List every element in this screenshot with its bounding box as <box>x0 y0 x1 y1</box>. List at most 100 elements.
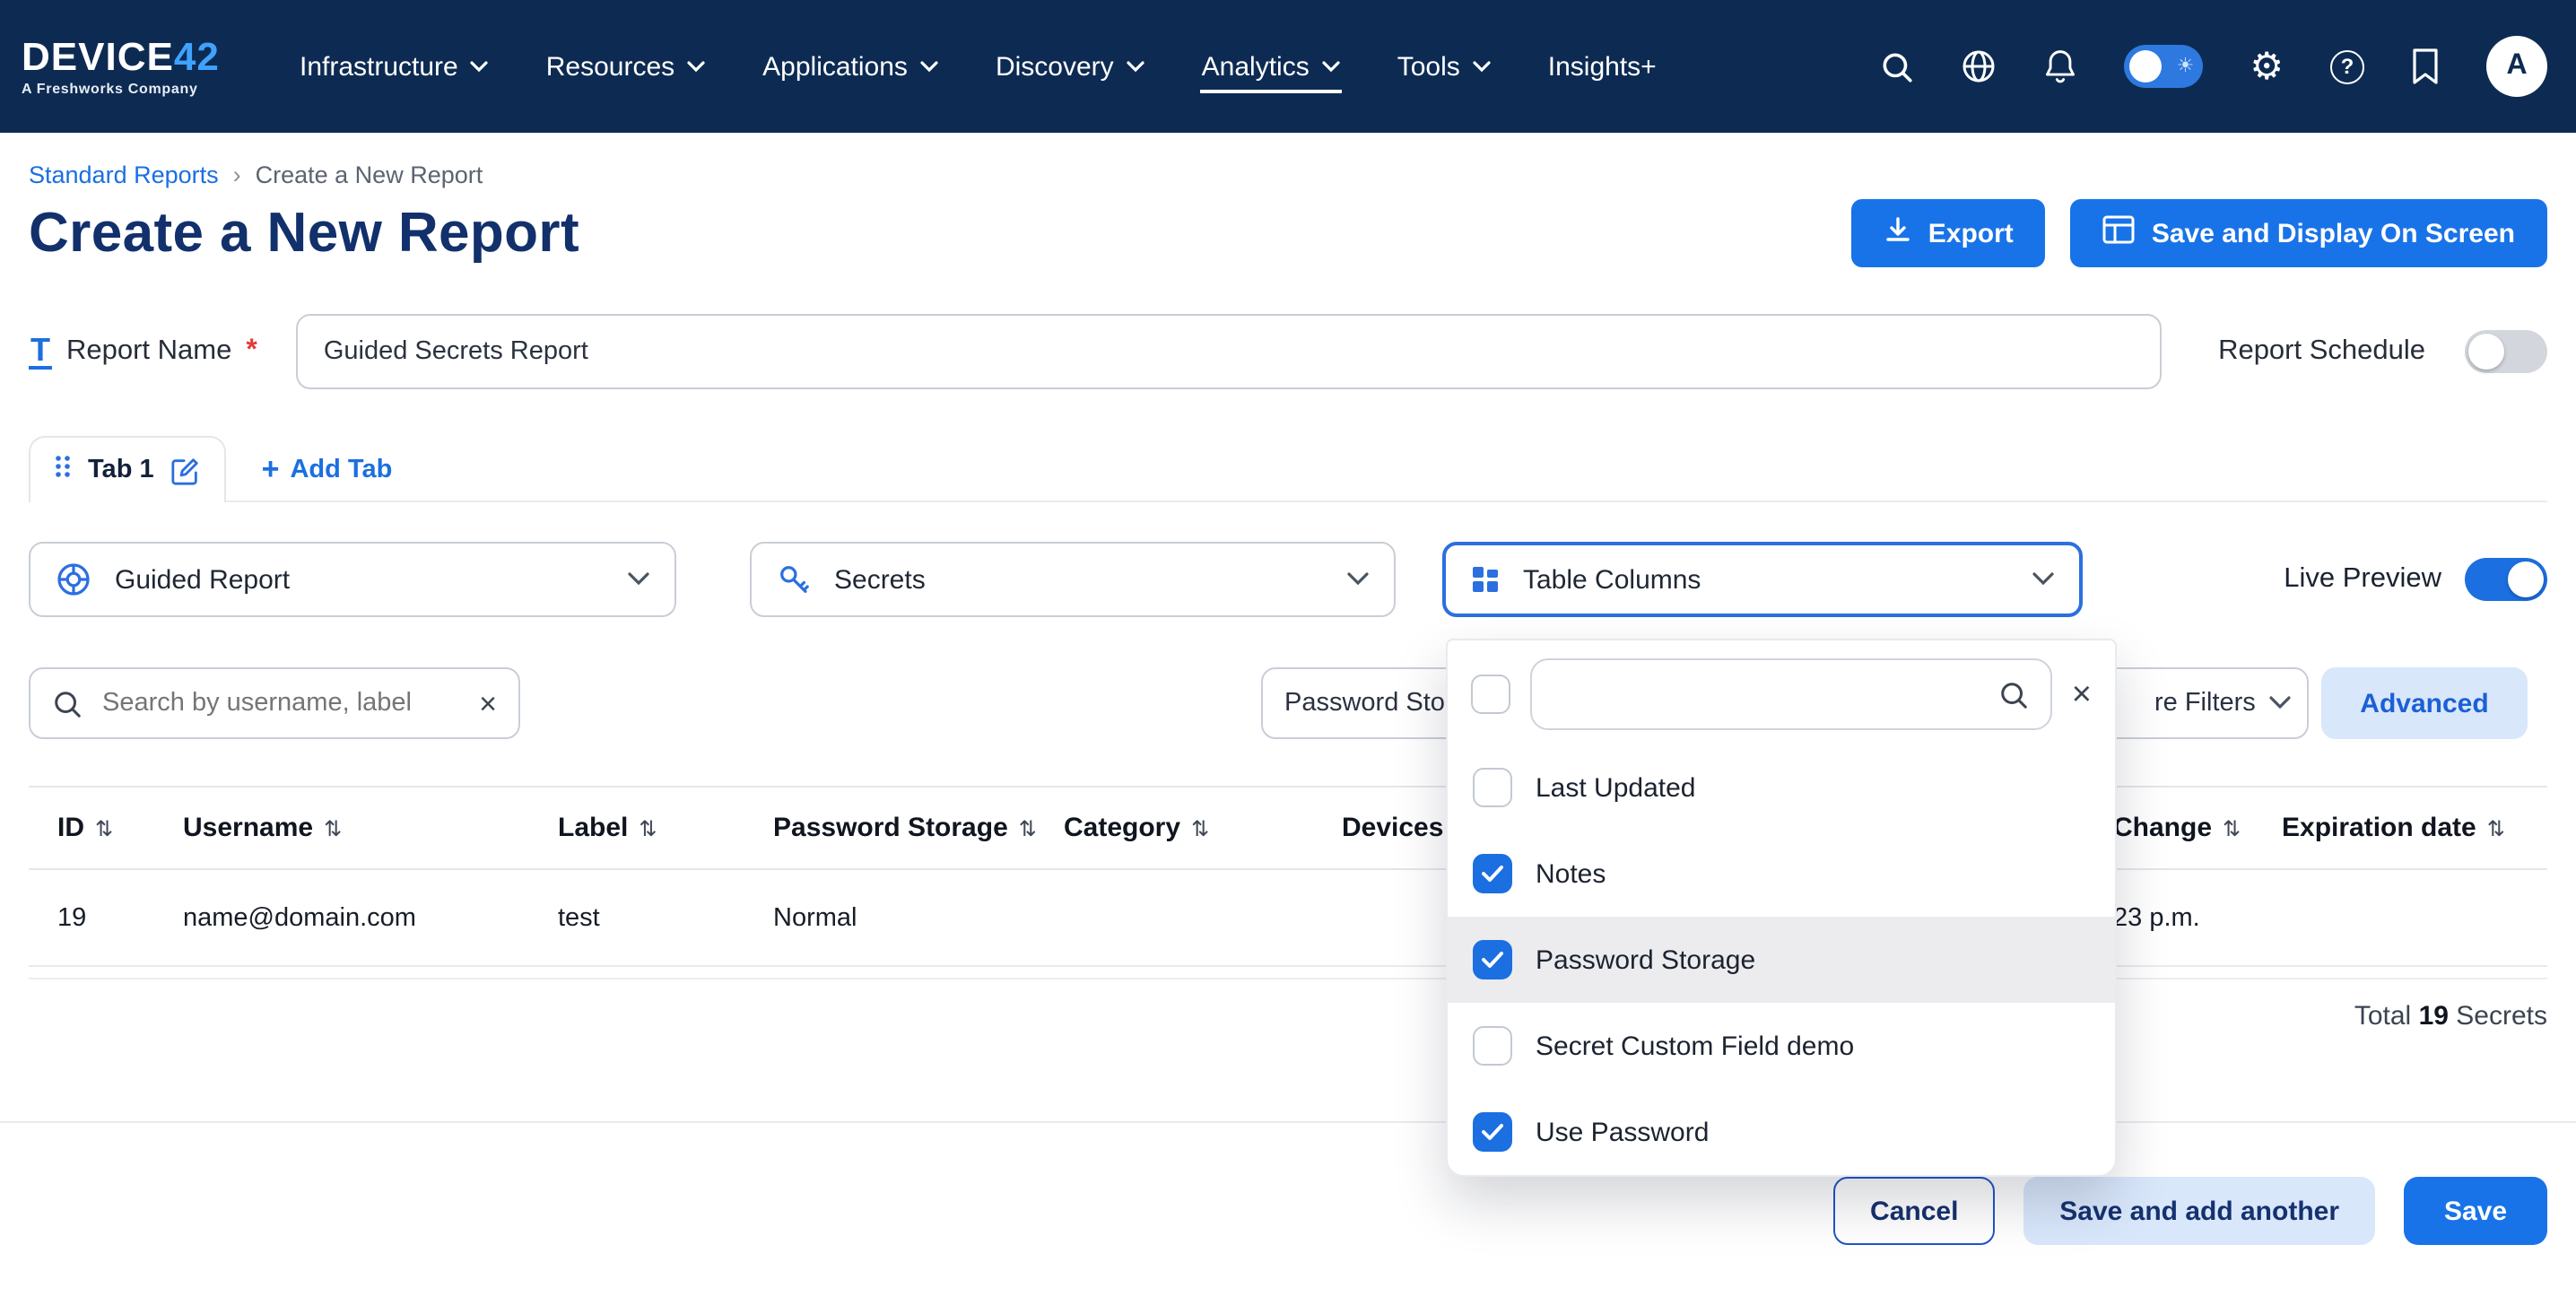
total-suffix: Secrets <box>2456 1001 2547 1032</box>
text-type-icon: T <box>29 333 52 370</box>
bookmark-icon[interactable] <box>2411 48 2440 84</box>
column-label: Username <box>183 813 313 843</box>
save-and-add-another-button[interactable]: Save and add another <box>2023 1177 2375 1245</box>
option-label: Last Updated <box>1536 772 1695 803</box>
search-icon <box>1998 679 2029 709</box>
total-count: Total 19 Secrets <box>29 1001 2547 1032</box>
report-name-input[interactable] <box>297 314 2163 389</box>
checkbox[interactable] <box>1473 940 1512 979</box>
checkbox[interactable] <box>1473 768 1512 807</box>
column-option-last-updated[interactable]: Last Updated <box>1448 744 2115 831</box>
footer-divider <box>0 1121 2576 1123</box>
option-label: Use Password <box>1536 1117 1709 1147</box>
table-search-input[interactable] <box>99 687 463 719</box>
columns-search-input[interactable] <box>1553 678 1984 710</box>
sort-icon[interactable]: ⇅ <box>95 815 113 840</box>
column-header-id[interactable]: ID ⇅ <box>29 788 154 868</box>
advanced-filters-button[interactable]: Advanced <box>2321 667 2528 739</box>
add-tab-label: Add Tab <box>290 455 392 483</box>
table-row: 19 name@domain.com test Normal 23 p.m. <box>29 870 2547 967</box>
live-preview-toggle[interactable] <box>2465 558 2547 601</box>
nav-item-analytics[interactable]: Analytics <box>1200 40 1342 92</box>
column-option-use-password[interactable]: Use Password <box>1448 1089 2115 1175</box>
sort-icon[interactable]: ⇅ <box>1191 815 1209 840</box>
bell-icon[interactable] <box>2043 48 2077 84</box>
user-avatar[interactable]: A <box>2486 36 2547 97</box>
tab-1[interactable]: Tab 1 <box>29 436 226 502</box>
nav-item-discovery[interactable]: Discovery <box>994 40 1146 92</box>
column-header-category[interactable]: Category⇅ <box>1035 788 1313 868</box>
checkbox[interactable] <box>1473 1026 1512 1066</box>
object-type-select[interactable]: Secrets <box>750 542 1396 617</box>
add-tab-button[interactable]: + Add Tab <box>262 454 393 501</box>
option-label: Password Storage <box>1536 944 1755 975</box>
edit-icon[interactable] <box>170 455 201 485</box>
search-icon[interactable] <box>1880 49 1914 83</box>
nav-label: Resources <box>546 51 674 82</box>
filters-row: × Password Stor re Filters Advanced <box>0 667 2576 739</box>
nav-item-infrastructure[interactable]: Infrastructure <box>298 40 491 92</box>
gear-icon[interactable]: ⚙ <box>2250 48 2284 85</box>
column-header-label[interactable]: Label⇅ <box>529 788 744 868</box>
table-search: × <box>29 667 520 739</box>
checkbox[interactable] <box>1473 1112 1512 1152</box>
save-and-display-button[interactable]: Save and Display On Screen <box>2071 199 2547 267</box>
column-header-username[interactable]: Username ⇅ <box>154 788 529 868</box>
live-preview-control: Live Preview <box>2284 558 2547 601</box>
secrets-table: ID ⇅ Username ⇅ Label⇅ Password Storage ⇅ C… <box>29 786 2547 979</box>
clear-search-icon[interactable]: × <box>479 688 497 718</box>
nav-item-resources[interactable]: Resources <box>544 40 707 92</box>
column-label: Expiration date <box>2282 813 2476 843</box>
report-name-label: Report Name <box>66 335 231 368</box>
option-label: Secret Custom Field demo <box>1536 1031 1854 1061</box>
cell-label: test <box>529 870 744 965</box>
nav-item-applications[interactable]: Applications <box>761 40 940 92</box>
column-label: Password Storage <box>773 813 1008 843</box>
title-actions: Export Save and Display On Screen <box>1851 199 2547 267</box>
cancel-button[interactable]: Cancel <box>1833 1177 1995 1245</box>
column-label: ID <box>57 813 84 843</box>
cell-password-storage: Normal <box>744 870 1035 965</box>
sort-icon[interactable]: ⇅ <box>2223 815 2241 840</box>
sort-icon[interactable]: ⇅ <box>639 815 657 840</box>
chevron-down-icon <box>920 60 938 73</box>
nav-item-insights[interactable]: Insights+ <box>1546 40 1658 92</box>
theme-toggle[interactable]: ☀ <box>2124 45 2203 88</box>
table-columns-dropdown: × Last Updated Notes Password Storage Se… <box>1446 639 2117 1177</box>
help-icon[interactable]: ? <box>2330 49 2364 83</box>
column-option-notes[interactable]: Notes <box>1448 831 2115 917</box>
report-schedule-toggle[interactable] <box>2465 330 2547 373</box>
breadcrumb-separator: › <box>233 161 241 188</box>
option-label: Notes <box>1536 858 1606 889</box>
breadcrumb: Standard Reports › Create a New Report <box>29 161 2547 188</box>
column-option-password-storage[interactable]: Password Storage <box>1448 917 2115 1003</box>
select-all-checkbox[interactable] <box>1471 675 1510 714</box>
sort-icon[interactable]: ⇅ <box>1019 815 1035 840</box>
globe-icon[interactable] <box>1961 48 1997 84</box>
chevron-down-icon <box>2270 696 2292 710</box>
nav-item-tools[interactable]: Tools <box>1396 40 1493 92</box>
column-header-expiration-date[interactable]: Expiration date ⇅ <box>2253 788 2547 868</box>
sort-icon[interactable]: ⇅ <box>324 815 342 840</box>
nav-label: Analytics <box>1202 51 1310 82</box>
close-icon[interactable]: × <box>2072 677 2092 711</box>
column-header-password-storage[interactable]: Password Storage ⇅ <box>744 788 1035 868</box>
page-title: Create a New Report <box>29 201 579 265</box>
report-type-select[interactable]: Guided Report <box>29 542 676 617</box>
breadcrumb-link-standard-reports[interactable]: Standard Reports <box>29 161 219 188</box>
chevron-down-icon <box>1127 60 1144 73</box>
logo-tagline: A Freshworks Company <box>22 82 251 96</box>
chevron-down-icon <box>1347 572 1369 587</box>
column-label: Devices <box>1342 813 1443 843</box>
table-columns-select[interactable]: Table Columns <box>1442 542 2083 617</box>
device42-logo[interactable]: DEVICE42 A Freshworks Company <box>22 37 251 96</box>
sort-icon[interactable]: ⇅ <box>2487 815 2505 840</box>
drag-handle-icon[interactable] <box>54 454 72 486</box>
column-options-list: Last Updated Notes Password Storage Secr… <box>1448 744 2115 1175</box>
chevron-down-icon <box>471 60 489 73</box>
export-button[interactable]: Export <box>1851 199 2046 267</box>
checkbox[interactable] <box>1473 854 1512 893</box>
save-button[interactable]: Save <box>2404 1177 2547 1245</box>
column-option-secret-custom-field-demo[interactable]: Secret Custom Field demo <box>1448 1003 2115 1089</box>
dropdown-search-row: × <box>1448 640 2115 744</box>
